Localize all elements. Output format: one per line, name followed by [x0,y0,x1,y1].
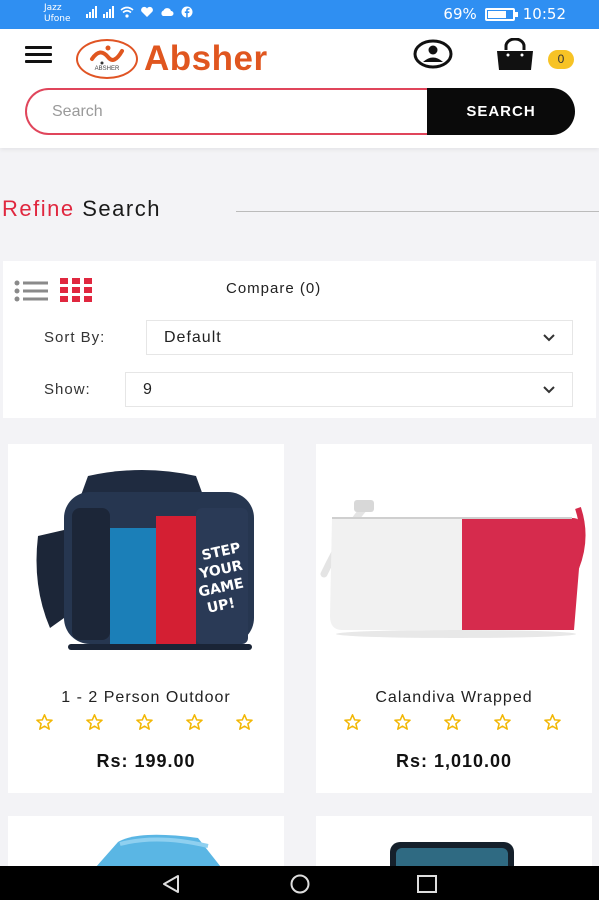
product-image-handbag [320,500,586,638]
wifi-icon [120,6,134,18]
product-title: Calandiva Wrapped [375,689,533,706]
battery-percent: 69% [443,5,477,23]
brand-logo[interactable]: ABSHER Absher [76,39,268,79]
battery-level [487,10,506,18]
sort-by-value: Default [164,329,222,346]
app-header: ABSHER Absher 0 SEARCH [0,29,599,148]
refine-word: Refine [2,196,75,221]
star-outline-icon [136,714,153,730]
show-label: Show: [44,381,91,398]
signal-icon [103,6,114,18]
search-input[interactable] [25,88,445,135]
recents-icon[interactable] [416,874,438,894]
heading-divider [236,211,599,212]
cart-count-badge: 0 [548,50,574,69]
chevron-down-icon [543,334,555,342]
filter-panel: Compare (0) Sort By: Default Show: 9 [3,261,596,418]
product-title: 1 - 2 Person Outdoor [61,689,231,706]
star-outline-icon [394,714,411,730]
product-card[interactable]: Calandiva Wrapped Rs: 1,010.00 [316,444,592,793]
star-outline-icon [86,714,103,730]
chevron-down-icon [543,386,555,394]
search-button[interactable]: SEARCH [427,88,575,135]
product-price: Rs: 199.00 [96,751,196,771]
show-count-select[interactable]: 9 [125,372,573,407]
star-outline-icon [544,714,561,730]
facebook-icon [181,6,193,18]
home-icon[interactable] [287,874,313,894]
clock: 10:52 [522,5,566,23]
rating-stars [344,714,561,730]
signal-icon [86,6,97,18]
rating-stars [36,714,253,730]
star-outline-icon [444,714,461,730]
product-image-backpack: STEP YOUR GAME UP! [36,470,254,650]
carrier-2: Ufone [44,14,71,24]
account-icon[interactable] [413,39,453,69]
product-card[interactable]: STEP YOUR GAME UP! 1 - 2 Person Outdoor … [8,444,284,793]
sort-by-select[interactable]: Default [146,320,573,355]
back-icon[interactable] [160,874,182,894]
logo-wordmark: Absher [144,39,268,78]
carrier-1: Jazz [44,3,62,13]
search-bar: SEARCH [25,88,575,135]
system-nav-bar [0,866,599,900]
cloud-icon [161,8,174,16]
product-price: Rs: 1,010.00 [395,751,513,771]
status-right: 69% 10:52 [443,5,566,23]
shopping-bag-icon[interactable] [494,38,536,72]
search-word: Search [82,196,161,221]
grid-view-icon[interactable] [60,278,92,302]
hamburger-menu-icon[interactable] [25,46,52,64]
show-count-value: 9 [143,381,153,398]
refine-search-heading: Refine Search [2,196,161,222]
list-view-icon[interactable] [14,280,48,302]
battery-icon [484,7,518,21]
star-outline-icon [494,714,511,730]
logo-emblem: ABSHER [76,39,138,79]
logo-emblem-text: ABSHER [94,66,120,72]
status-icons [86,6,194,18]
compare-link[interactable]: Compare (0) [226,280,321,297]
star-outline-icon [236,714,253,730]
star-outline-icon [344,714,361,730]
heart-icon [141,6,153,17]
star-outline-icon [36,714,53,730]
status-bar: Jazz Ufone 69% 10:52 [0,0,599,29]
star-outline-icon [186,714,203,730]
sort-by-label: Sort By: [44,329,106,346]
carrier-names: Jazz Ufone [44,3,71,25]
